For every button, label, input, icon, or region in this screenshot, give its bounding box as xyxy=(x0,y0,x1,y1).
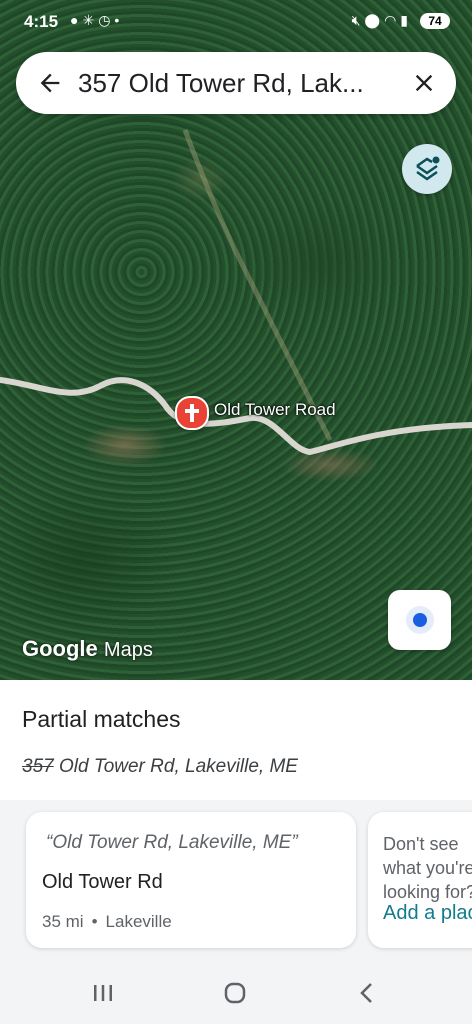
signal-icon: ▮ xyxy=(400,12,412,28)
close-icon[interactable] xyxy=(410,69,438,97)
layers-button[interactable] xyxy=(402,144,452,194)
result-card-quote: “Old Tower Rd, Lakeville, ME” xyxy=(46,832,298,853)
query-matched-part: Old Tower Rd, Lakeville, ME xyxy=(53,756,298,777)
result-card-separator: • xyxy=(91,912,98,931)
system-nav-bar xyxy=(0,960,472,1024)
mute-icon: 🔇︎ xyxy=(351,12,365,28)
back-arrow-icon[interactable] xyxy=(36,69,64,97)
status-notification-icons: ●✳◷• xyxy=(70,12,123,29)
query-struck-part: 357 xyxy=(22,756,54,777)
watermark-maps: Maps xyxy=(103,639,153,661)
status-bar: 4:15 ●✳◷• 🔇︎⬤◠▮ 74 xyxy=(0,0,472,42)
status-system-icons: 🔇︎⬤◠▮ xyxy=(352,12,412,29)
my-location-button[interactable] xyxy=(388,590,451,650)
result-card-distance: 35 mi xyxy=(42,912,84,931)
wifi-icon: ◠ xyxy=(384,12,401,28)
result-card-locality: Lakeville xyxy=(105,912,172,931)
results-query: 357 Old Tower Rd, Lakeville, ME xyxy=(22,756,298,778)
my-location-icon xyxy=(406,606,434,634)
place-pin[interactable] xyxy=(175,396,209,430)
recents-icon[interactable] xyxy=(88,978,118,1008)
home-icon[interactable] xyxy=(220,978,250,1008)
result-card[interactable]: “Old Tower Rd, Lakeville, ME” Old Tower … xyxy=(26,812,356,948)
result-card-meta: 35 mi • Lakeville xyxy=(42,912,172,932)
add-place-card[interactable]: Don't see what you're looking for? Add a… xyxy=(368,812,472,948)
back-icon[interactable] xyxy=(352,978,382,1008)
add-place-link[interactable]: Add a place xyxy=(383,902,472,925)
search-query[interactable]: 357 Old Tower Rd, Lak... xyxy=(78,68,398,98)
result-card-name: Old Tower Rd xyxy=(42,871,163,893)
chat-icon: ● xyxy=(70,12,83,28)
google-maps-watermark: Google Maps xyxy=(22,636,153,662)
results-title: Partial matches xyxy=(22,706,181,732)
map-view[interactable]: 4:15 ●✳◷• 🔇︎⬤◠▮ 74 357 Old Tower Rd, Lak… xyxy=(0,0,472,680)
location-icon: ⬤ xyxy=(364,12,385,28)
dot-icon: • xyxy=(114,12,124,28)
add-place-prompt: Don't see what you're looking for? xyxy=(383,834,472,902)
battery-indicator: 74 xyxy=(420,13,450,29)
trail xyxy=(182,129,333,442)
search-bar[interactable]: 357 Old Tower Rd, Lak... xyxy=(16,52,456,114)
cross-icon xyxy=(185,404,199,422)
watermark-google: Google xyxy=(22,636,98,661)
clock-icon: ◷ xyxy=(98,12,115,28)
status-time: 4:15 xyxy=(24,12,59,31)
sparkle-icon: ✳ xyxy=(82,12,99,28)
layers-icon xyxy=(416,156,440,181)
pin-label[interactable]: Old Tower Road xyxy=(214,400,336,420)
